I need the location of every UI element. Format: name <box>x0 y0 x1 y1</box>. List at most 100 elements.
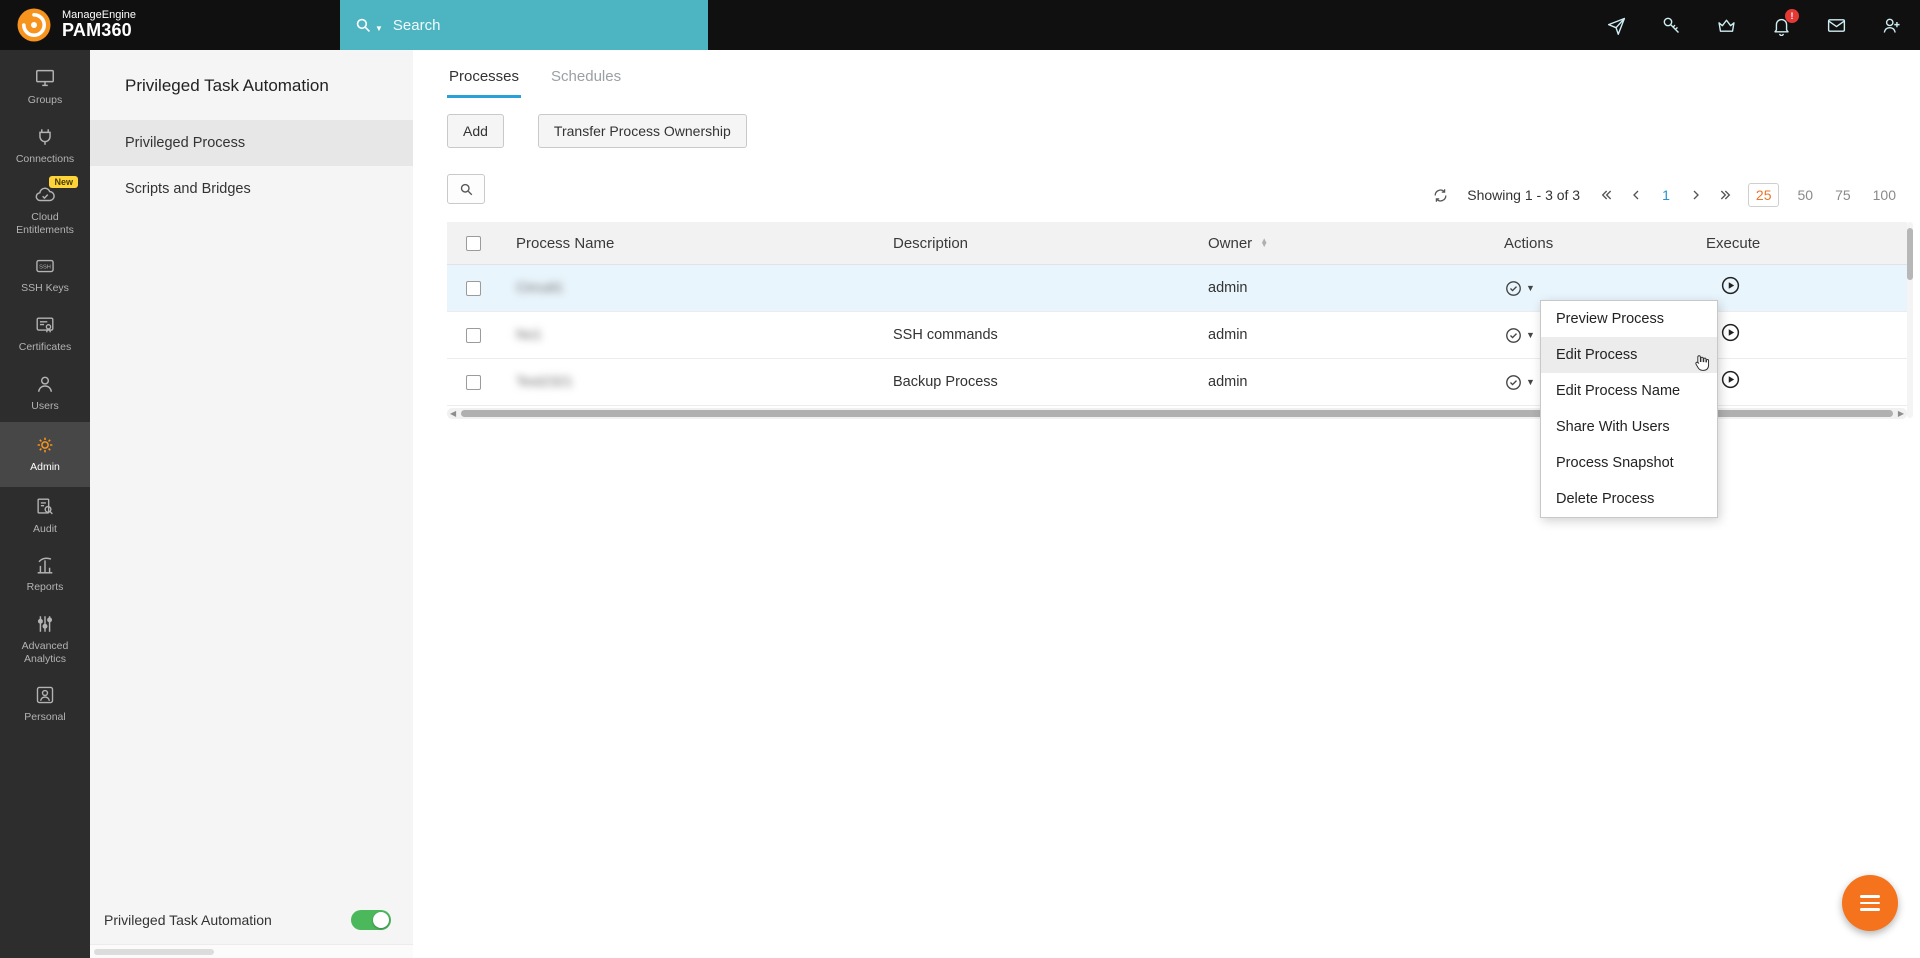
notifications-icon[interactable]: ! <box>1771 15 1792 36</box>
main-content: Processes Schedules Add Transfer Process… <box>413 50 1920 958</box>
panel-footer: Privileged Task Automation <box>90 910 413 930</box>
column-header-owner-label: Owner <box>1208 235 1252 252</box>
notification-badge: ! <box>1785 9 1799 23</box>
topbar: ManageEngine PAM360 ▼ ! <box>0 0 1920 50</box>
sidebar-item-label: Certificates <box>19 341 72 354</box>
sidebar-item-label: Cloud Entitlements <box>3 211 87 236</box>
next-page-icon[interactable] <box>1688 187 1704 203</box>
vertical-scrollbar-thumb[interactable] <box>1907 228 1913 280</box>
execute-button[interactable] <box>1690 369 1907 395</box>
showing-count-text: Showing 1 - 3 of 3 <box>1467 187 1580 203</box>
menu-item-share-with-users[interactable]: Share With Users <box>1541 409 1717 445</box>
panel-item-privileged-process[interactable]: Privileged Process <box>90 120 413 166</box>
page-size-100[interactable]: 100 <box>1869 184 1900 206</box>
row-checkbox[interactable] <box>466 328 481 343</box>
sidebar-item-admin[interactable]: Admin <box>0 422 90 487</box>
sidebar-item-label: Personal <box>24 711 65 724</box>
process-name-redacted: Circuit1 <box>516 279 563 295</box>
tab-schedules[interactable]: Schedules <box>549 60 623 98</box>
crown-icon[interactable] <box>1716 15 1737 36</box>
menu-item-process-snapshot[interactable]: Process Snapshot <box>1541 445 1717 481</box>
user-add-icon[interactable] <box>1881 15 1902 36</box>
panel-title: Privileged Task Automation <box>90 50 413 120</box>
sidebar-item-advanced-analytics[interactable]: Advanced Analytics <box>0 604 90 675</box>
actions-caret-icon: ▼ <box>1526 377 1535 387</box>
bar-chart-icon <box>34 554 56 576</box>
vertical-scrollbar[interactable] <box>1907 222 1913 418</box>
scroll-right-icon[interactable]: ▶ <box>1898 408 1904 419</box>
plug-icon <box>34 126 56 148</box>
sidebar-item-cloud-entitlements[interactable]: New Cloud Entitlements <box>0 175 90 246</box>
process-name-redacted: No1 <box>516 326 542 342</box>
sidebar-item-label: Groups <box>28 94 62 107</box>
previous-page-icon[interactable] <box>1628 187 1644 203</box>
sidebar-item-label: SSH Keys <box>21 282 69 295</box>
feature-toggle[interactable] <box>351 910 391 930</box>
floating-menu-button[interactable] <box>1842 875 1898 931</box>
menu-item-edit-process[interactable]: Edit Process <box>1541 337 1717 373</box>
transfer-process-ownership-button[interactable]: Transfer Process Ownership <box>538 114 747 148</box>
first-page-icon[interactable] <box>1598 187 1614 203</box>
brand-line2: PAM360 <box>62 21 136 40</box>
toggle-knob <box>373 912 389 928</box>
column-header-execute: Execute <box>1690 235 1907 252</box>
key-icon[interactable] <box>1661 15 1682 36</box>
page-size-50[interactable]: 50 <box>1793 184 1817 206</box>
gear-icon <box>34 434 56 456</box>
panel-item-scripts-and-bridges[interactable]: Scripts and Bridges <box>90 166 413 212</box>
panel-scrollbar[interactable] <box>90 944 413 958</box>
add-button[interactable]: Add <box>447 114 504 148</box>
brand[interactable]: ManageEngine PAM360 <box>0 0 340 50</box>
page-size-25[interactable]: 25 <box>1748 183 1780 207</box>
row-checkbox[interactable] <box>466 281 481 296</box>
sidebar-item-certificates[interactable]: Certificates <box>0 305 90 364</box>
pagination-bar: Showing 1 - 3 of 3 1 25 50 75 100 <box>1432 180 1900 210</box>
global-search-bar: ▼ <box>340 0 708 50</box>
sidebar-item-ssh-keys[interactable]: SSH SSH Keys <box>0 246 90 305</box>
sort-icon[interactable]: ▲▼ <box>1260 239 1268 248</box>
table-header-row: Process Name Description Owner ▲▼ Action… <box>447 222 1907 265</box>
manageengine-logo-icon <box>16 7 52 43</box>
send-icon[interactable] <box>1606 15 1627 36</box>
column-header-owner: Owner ▲▼ <box>1192 235 1488 252</box>
execute-button[interactable] <box>1690 322 1907 348</box>
table-search-button[interactable] <box>447 174 485 204</box>
refresh-icon[interactable] <box>1432 187 1449 204</box>
search-scope-caret-icon[interactable]: ▼ <box>375 24 383 33</box>
process-name-redacted: Test2321 <box>516 373 573 389</box>
sidebar-item-groups[interactable]: Groups <box>0 58 90 117</box>
topbar-icons: ! <box>1606 0 1902 50</box>
row-actions-menu-button[interactable]: ▼ <box>1488 279 1690 298</box>
execute-button[interactable] <box>1690 275 1907 301</box>
menu-item-preview-process[interactable]: Preview Process <box>1541 301 1717 337</box>
select-all-checkbox[interactable] <box>466 236 481 251</box>
last-page-icon[interactable] <box>1718 187 1734 203</box>
sidebar-item-connections[interactable]: Connections <box>0 117 90 176</box>
sidebar-item-personal[interactable]: Personal <box>0 675 90 734</box>
user-icon <box>34 373 56 395</box>
process-owner: admin <box>1192 280 1488 296</box>
svg-text:SSH: SSH <box>39 265 51 271</box>
ssh-keys-icon: SSH <box>34 255 56 277</box>
actions-check-circle-icon <box>1504 326 1523 345</box>
sidebar-item-audit[interactable]: Audit <box>0 487 90 546</box>
tab-bar: Processes Schedules <box>447 60 623 98</box>
menu-item-edit-process-name[interactable]: Edit Process Name <box>1541 373 1717 409</box>
sidebar-item-label: Audit <box>33 523 57 536</box>
scroll-left-icon[interactable]: ◀ <box>450 408 456 419</box>
monitor-icon <box>34 67 56 89</box>
search-input[interactable] <box>393 17 694 34</box>
sidebar-item-users[interactable]: Users <box>0 364 90 423</box>
sidebar-item-reports[interactable]: Reports <box>0 545 90 604</box>
actions-check-circle-icon <box>1504 373 1523 392</box>
panel-scrollbar-thumb[interactable] <box>94 949 214 955</box>
secondary-panel: Privileged Task Automation Privileged Pr… <box>90 50 413 958</box>
mail-icon[interactable] <box>1826 15 1847 36</box>
menu-item-delete-process[interactable]: Delete Process <box>1541 481 1717 517</box>
process-description: Backup Process <box>877 374 1192 390</box>
tab-processes[interactable]: Processes <box>447 60 521 98</box>
play-circle-icon <box>1720 275 1741 296</box>
current-page-number[interactable]: 1 <box>1658 187 1674 203</box>
page-size-75[interactable]: 75 <box>1831 184 1855 206</box>
row-checkbox[interactable] <box>466 375 481 390</box>
